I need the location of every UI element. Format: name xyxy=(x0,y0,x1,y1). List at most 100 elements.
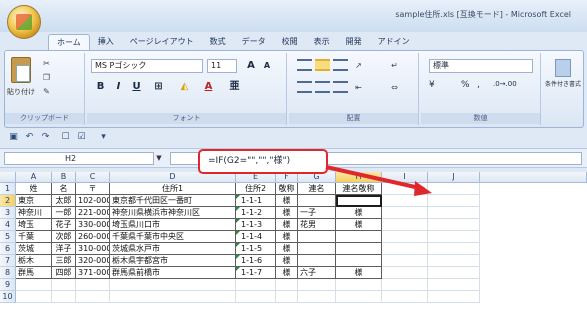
merge-cells-icon[interactable]: ⇔ xyxy=(389,83,400,92)
print-preview-icon[interactable]: ☐ xyxy=(60,132,71,143)
cell-C10[interactable] xyxy=(76,291,110,303)
wrap-text-icon[interactable]: ↵ xyxy=(389,61,400,70)
cell-D1[interactable]: 住所1 xyxy=(110,183,236,195)
cell-B1[interactable]: 名 xyxy=(52,183,76,195)
cell-B2[interactable]: 太郎 xyxy=(52,195,76,207)
phonetic-icon[interactable]: 亜 xyxy=(227,80,242,94)
cell-D2[interactable]: 東京都千代田区一番町 xyxy=(110,195,236,207)
cell-I7[interactable] xyxy=(382,255,428,267)
align-middle-icon[interactable] xyxy=(315,59,330,71)
cell-E7[interactable]: 1-1-6 xyxy=(236,255,276,267)
cell-G9[interactable] xyxy=(298,279,336,291)
cell-G6[interactable] xyxy=(298,243,336,255)
tab-home[interactable]: ホーム xyxy=(48,34,90,50)
cell-G10[interactable] xyxy=(298,291,336,303)
cell-J9[interactable] xyxy=(428,279,480,291)
cell-F5[interactable]: 様 xyxy=(276,231,298,243)
cell-A10[interactable] xyxy=(16,291,52,303)
paste-icon[interactable] xyxy=(11,57,31,83)
cell-G7[interactable] xyxy=(298,255,336,267)
cell-D9[interactable] xyxy=(110,279,236,291)
customize-qat-icon[interactable]: ▾ xyxy=(98,132,109,143)
cell-F10[interactable] xyxy=(276,291,298,303)
row-header-8[interactable]: 8 xyxy=(0,267,16,279)
grow-font-button[interactable]: A xyxy=(243,59,259,73)
cell-C9[interactable] xyxy=(76,279,110,291)
cell-G2[interactable] xyxy=(298,195,336,207)
cell-H6[interactable] xyxy=(336,243,382,255)
cell-B10[interactable] xyxy=(52,291,76,303)
tab-data[interactable]: データ xyxy=(234,34,274,50)
cell-I5[interactable] xyxy=(382,231,428,243)
cell-I10[interactable] xyxy=(382,291,428,303)
cell-D6[interactable]: 茨城県水戸市 xyxy=(110,243,236,255)
cell-B4[interactable]: 花子 xyxy=(52,219,76,231)
row-header-3[interactable]: 3 xyxy=(0,207,16,219)
cell-B5[interactable]: 次郎 xyxy=(52,231,76,243)
cell-A4[interactable]: 埼玉 xyxy=(16,219,52,231)
cell-F6[interactable]: 様 xyxy=(276,243,298,255)
font-color-button[interactable]: A xyxy=(201,80,216,94)
spelling-icon[interactable]: ☑ xyxy=(76,132,87,143)
cell-D10[interactable] xyxy=(110,291,236,303)
cell-F8[interactable]: 様 xyxy=(276,267,298,279)
cell-H7[interactable] xyxy=(336,255,382,267)
cell-J8[interactable] xyxy=(428,267,480,279)
cell-A6[interactable]: 茨城 xyxy=(16,243,52,255)
cell-J2[interactable] xyxy=(428,195,480,207)
cell-E5[interactable]: 1-1-4 xyxy=(236,231,276,243)
cell-C3[interactable]: 221-0000 xyxy=(76,207,110,219)
cell-G3[interactable]: 一子 xyxy=(298,207,336,219)
cell-B8[interactable]: 四郎 xyxy=(52,267,76,279)
cell-A5[interactable]: 千葉 xyxy=(16,231,52,243)
cell-F7[interactable]: 様 xyxy=(276,255,298,267)
cell-E1[interactable]: 住所2 xyxy=(236,183,276,195)
cell-F1[interactable]: 敬称 xyxy=(276,183,298,195)
cell-D8[interactable]: 群馬県前橋市 xyxy=(110,267,236,279)
cell-B3[interactable]: 一郎 xyxy=(52,207,76,219)
cell-A9[interactable] xyxy=(16,279,52,291)
tab-page-layout[interactable]: ページレイアウト xyxy=(122,34,202,50)
tab-developer[interactable]: 開発 xyxy=(338,34,370,50)
cell-F4[interactable]: 様 xyxy=(276,219,298,231)
cell-H4[interactable]: 様 xyxy=(336,219,382,231)
conditional-format-icon[interactable] xyxy=(555,59,571,77)
cell-G5[interactable] xyxy=(298,231,336,243)
column-header-J[interactable]: J xyxy=(428,172,480,183)
font-size-box[interactable]: 11 xyxy=(207,59,237,73)
cell-I3[interactable] xyxy=(382,207,428,219)
cell-E4[interactable]: 1-1-3 xyxy=(236,219,276,231)
paste-label[interactable]: 貼り付け xyxy=(7,87,35,97)
tab-addins[interactable]: アドイン xyxy=(370,34,418,50)
increase-decimal-icon[interactable]: .0→.00 xyxy=(493,80,517,88)
cell-E3[interactable]: 1-1-2 xyxy=(236,207,276,219)
tab-formulas[interactable]: 数式 xyxy=(202,34,234,50)
cell-F2[interactable]: 様 xyxy=(276,195,298,207)
cell-C5[interactable]: 260-0000 xyxy=(76,231,110,243)
row-header-4[interactable]: 4 xyxy=(0,219,16,231)
cell-H2[interactable] xyxy=(336,195,382,207)
cell-J10[interactable] xyxy=(428,291,480,303)
comma-button[interactable]: , xyxy=(477,80,480,90)
cell-G8[interactable]: 六子 xyxy=(298,267,336,279)
cell-J5[interactable] xyxy=(428,231,480,243)
cell-A7[interactable]: 栃木 xyxy=(16,255,52,267)
cell-E9[interactable] xyxy=(236,279,276,291)
tab-insert[interactable]: 挿入 xyxy=(90,34,122,50)
cell-C2[interactable]: 102-0000 xyxy=(76,195,110,207)
tab-review[interactable]: 校閲 xyxy=(274,34,306,50)
cell-D7[interactable]: 栃木県宇都宮市 xyxy=(110,255,236,267)
align-left-icon[interactable] xyxy=(297,81,312,93)
cell-E10[interactable] xyxy=(236,291,276,303)
align-bottom-icon[interactable] xyxy=(333,59,348,71)
name-box-dropdown-icon[interactable]: ▼ xyxy=(154,152,164,165)
cell-I4[interactable] xyxy=(382,219,428,231)
office-button[interactable] xyxy=(7,5,41,39)
bold-button[interactable]: B xyxy=(93,80,108,94)
shrink-font-button[interactable]: A xyxy=(259,59,275,73)
cell-H8[interactable]: 様 xyxy=(336,267,382,279)
row-header-10[interactable]: 10 xyxy=(0,291,16,303)
cell-B9[interactable] xyxy=(52,279,76,291)
cut-icon[interactable]: ✂ xyxy=(41,59,52,68)
row-header-1[interactable]: 1 xyxy=(0,183,16,195)
